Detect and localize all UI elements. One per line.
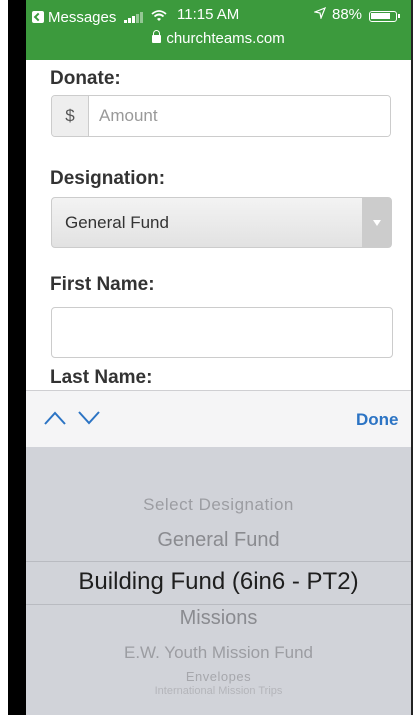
wifi-icon (151, 9, 167, 26)
picker-option[interactable]: Missions (26, 607, 411, 630)
url-text: churchteams.com (166, 30, 285, 47)
location-arrow-icon (312, 6, 327, 22)
amount-input[interactable] (89, 96, 390, 136)
designation-picker[interactable]: Select Designation General Fund Building… (26, 447, 411, 715)
designation-select[interactable]: General Fund (51, 197, 392, 248)
battery-percent: 88% (332, 6, 363, 23)
battery-icon (369, 11, 400, 22)
donate-label: Donate: (50, 68, 121, 89)
picker-selection-top-line (26, 561, 411, 562)
back-app-label[interactable]: Messages (48, 9, 116, 26)
chevron-down-icon[interactable] (78, 411, 100, 425)
first-name-input[interactable] (51, 307, 393, 358)
back-icon[interactable] (32, 11, 44, 23)
amount-input-group: $ (51, 95, 391, 137)
first-name-label: First Name: (50, 274, 155, 295)
designation-value: General Fund (65, 212, 169, 232)
picker-selection-bottom-line (26, 604, 411, 605)
last-name-label: Last Name: (50, 367, 153, 388)
designation-label: Designation: (50, 168, 166, 189)
phone-frame: Messages 11:15 AM 88% churchteams.com Do… (8, 0, 413, 715)
status-row: Messages 11:15 AM 88% (26, 6, 411, 28)
signal-icon (124, 11, 144, 23)
keyboard-accessory-toolbar: Done (26, 390, 411, 447)
currency-addon: $ (52, 96, 89, 136)
status-time: 11:15 AM (177, 6, 240, 23)
lock-icon (152, 30, 162, 43)
picker-option[interactable]: Select Designation (26, 495, 411, 515)
chevron-up-icon[interactable] (44, 411, 66, 425)
dropdown-arrow-icon (362, 198, 391, 247)
picker-option[interactable]: E.W. Youth Mission Fund (26, 643, 411, 663)
url-bar[interactable]: churchteams.com (26, 30, 411, 47)
picker-option[interactable]: Envelopes (26, 669, 411, 684)
picker-option[interactable]: General Fund (26, 529, 411, 552)
done-button[interactable]: Done (356, 410, 399, 430)
donation-form: Donate: $ Designation: General Fund Firs… (26, 60, 411, 390)
battery-fill (371, 13, 390, 19)
picker-option-selected[interactable]: Building Fund (6in6 - PT2) (26, 568, 411, 596)
picker-option[interactable]: International Mission Trips (26, 685, 411, 697)
status-bar: Messages 11:15 AM 88% churchteams.com (26, 0, 411, 60)
screen: Messages 11:15 AM 88% churchteams.com Do… (26, 0, 411, 715)
